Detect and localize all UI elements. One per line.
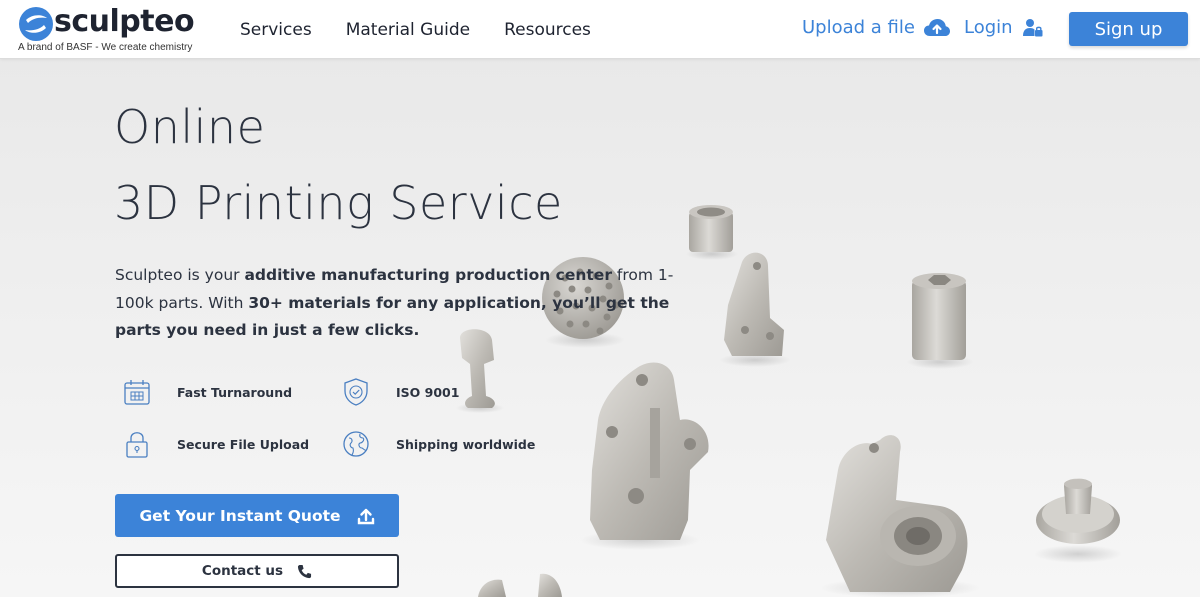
main-nav: Services Material Guide Resources	[240, 0, 625, 59]
contact-us-button[interactable]: Contact us	[115, 554, 399, 588]
feature-label: Secure File Upload	[177, 436, 310, 452]
feature-iso-9001: ISO 9001	[341, 377, 459, 407]
padlock-icon	[126, 432, 148, 458]
hero-description: Sculpteo is your additive manufacturing …	[115, 262, 675, 345]
login-label: Login	[964, 17, 1013, 38]
calendar-icon	[124, 380, 150, 405]
globe-icon	[343, 431, 369, 457]
feature-label: Shipping worldwide	[396, 436, 536, 452]
contact-button-label: Contact us	[201, 563, 284, 579]
feature-label: ISO 9001	[396, 384, 460, 400]
login-link[interactable]: Login	[964, 17, 1043, 38]
quote-button-label: Get Your Instant Quote	[139, 506, 341, 525]
sculpteo-logo[interactable]: sculpteo A brand of BASF - We create che…	[18, 4, 198, 56]
upload-file-label: Upload a file	[802, 17, 915, 38]
nav-item-resources[interactable]: Resources	[504, 20, 591, 40]
sculpteo-logo-mark-icon	[19, 7, 53, 41]
cloud-upload-icon	[923, 18, 950, 36]
desc-bold-part: additive manufacturing production center	[244, 266, 612, 284]
hero-title-line2: 3D Printing Service	[114, 176, 563, 230]
feature-fast-turnaround: Fast Turnaround	[122, 377, 292, 407]
hero-title-line1: Online	[114, 100, 266, 154]
desc-part: Sculpteo is your	[115, 266, 245, 284]
upload-icon	[357, 508, 374, 524]
phone-icon	[298, 564, 312, 578]
logo-wordmark: sculpteo	[54, 4, 195, 39]
user-lock-icon	[1022, 18, 1043, 36]
shield-check-icon	[344, 378, 368, 406]
nav-item-material-guide[interactable]: Material Guide	[346, 20, 470, 40]
sign-up-button[interactable]: Sign up	[1069, 12, 1188, 46]
feature-shipping-worldwide: Shipping worldwide	[341, 429, 535, 459]
upload-file-link[interactable]: Upload a file	[802, 17, 951, 38]
feature-label: Fast Turnaround	[177, 384, 293, 400]
feature-secure-file-upload: Secure File Upload	[122, 429, 309, 459]
site-header: sculpteo A brand of BASF - We create che…	[0, 0, 1200, 59]
get-instant-quote-button[interactable]: Get Your Instant Quote	[115, 494, 399, 537]
nav-item-services[interactable]: Services	[240, 20, 312, 40]
logo-tagline: A brand of BASF - We create chemistry	[18, 42, 193, 53]
